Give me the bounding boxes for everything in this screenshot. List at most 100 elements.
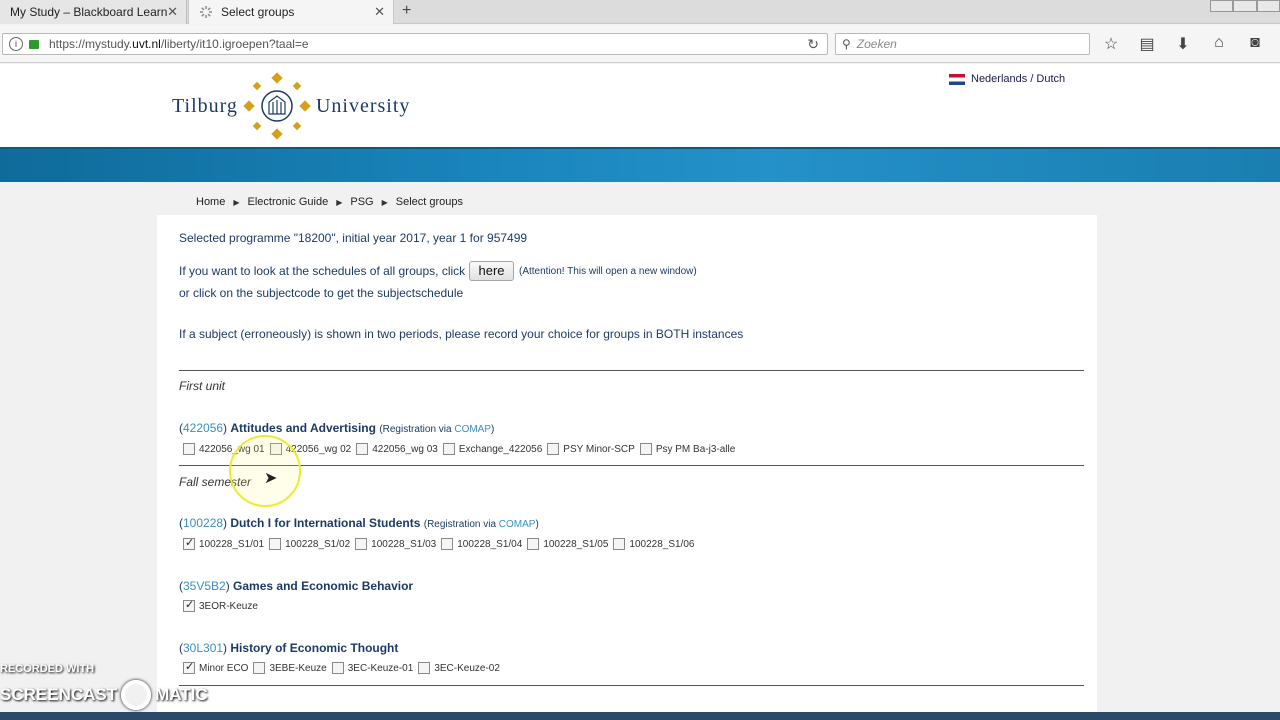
tab-label: My Study – Blackboard Learn [10, 5, 168, 19]
group-option[interactable]: 100228_S1/05 [527, 538, 608, 550]
chevron-right-icon: ▶ [233, 197, 240, 207]
comap-link[interactable]: COMAP [454, 424, 491, 435]
download-icon[interactable]: ⬇ [1172, 34, 1194, 54]
web-page: Tilburg University Nederlands / Dutch Ho… [0, 64, 1280, 720]
subject-code-link[interactable]: 422056 [183, 421, 223, 435]
mouse-pointer-icon: ➤ [264, 470, 278, 487]
tilburg-university-logo[interactable]: Tilburg University [172, 70, 410, 142]
group-checkbox[interactable] [547, 443, 560, 455]
logo-word-right: University [315, 94, 411, 117]
subject-name: Attitudes and Advertising [230, 421, 376, 435]
site-header: Tilburg University Nederlands / Dutch [0, 64, 1280, 147]
maximize-button[interactable] [1233, 0, 1257, 12]
home-icon[interactable]: ⌂ [1208, 34, 1230, 54]
group-option[interactable]: 3EOR-Keuze [183, 598, 258, 612]
subject-code-link[interactable]: 35V5B2 [183, 579, 226, 593]
os-taskbar [0, 712, 1280, 720]
group-checkbox[interactable] [613, 538, 626, 550]
group-checkbox[interactable] [183, 443, 195, 455]
breadcrumb-current: Select groups [395, 196, 464, 208]
group-checkbox[interactable] [355, 538, 368, 550]
new-tab-icon[interactable]: + [402, 2, 411, 20]
group-option[interactable]: 3EC-Keuze-01 [331, 662, 413, 674]
tab-label: Select groups [221, 5, 295, 19]
registration-note: (Registration via COMAP) [379, 424, 495, 435]
group-checkbox[interactable] [183, 598, 195, 612]
divider [179, 370, 1084, 371]
group-checkbox[interactable] [441, 538, 454, 550]
language-label: Nederlands / Dutch [971, 73, 1066, 85]
group-checkbox[interactable] [269, 538, 282, 550]
group-option[interactable]: 3EC-Keuze-02 [418, 662, 500, 674]
subject-100228: (100228) Dutch I for International Stude… [179, 516, 539, 530]
subject-code-link[interactable]: 100228 [183, 516, 223, 530]
address-bar[interactable]: i https://mystudy.uvt.nl/liberty/it10.ig… [2, 33, 828, 55]
tab-blackboard[interactable]: My Study – Blackboard Learn ✕ [0, 0, 187, 24]
selected-programme-text: Selected programme "18200", initial year… [179, 231, 528, 245]
close-tab-icon[interactable]: ✕ [374, 4, 385, 20]
group-checkbox[interactable] [442, 443, 455, 455]
group-checkbox[interactable] [639, 443, 652, 455]
group-option[interactable]: Exchange_422056 [442, 443, 542, 455]
group-option[interactable]: 422056_wg 03 [356, 443, 438, 455]
search-icon: ⚲ [842, 37, 851, 51]
close-window-button[interactable] [1256, 0, 1280, 12]
group-option[interactable]: Psy PM Ba-j3-alle [639, 443, 735, 455]
subject-name: History of Economic Thought [230, 641, 399, 655]
blue-banner [0, 147, 1280, 182]
chevron-right-icon: ▶ [381, 197, 388, 207]
browser-tab-bar: My Study – Blackboard Learn ✕ Select gro… [0, 0, 1280, 24]
group-options: 3EOR-Keuze [183, 598, 263, 612]
window-controls [1210, 0, 1280, 14]
logo-word-left: Tilburg [172, 94, 238, 117]
breadcrumb-psg[interactable]: PSG [350, 196, 373, 208]
loading-icon [199, 5, 213, 19]
subject-35v5b2: (35V5B2) Games and Economic Behavior [179, 579, 414, 593]
browser-nav-bar: i https://mystudy.uvt.nl/liberty/it10.ig… [0, 25, 1280, 63]
group-option[interactable]: 100228_S1/03 [355, 538, 436, 550]
group-checkbox[interactable] [331, 662, 344, 674]
group-option[interactable]: 100228_S1/01 [183, 536, 264, 550]
search-input[interactable]: ⚲ Zoeken [835, 33, 1090, 55]
divider [179, 465, 1084, 466]
group-option[interactable]: 3EBE-Keuze [253, 662, 327, 674]
minimize-button[interactable] [1210, 0, 1234, 12]
breadcrumb-electronic-guide[interactable]: Electronic Guide [248, 196, 329, 208]
tab-select-groups[interactable]: Select groups ✕ [188, 0, 394, 24]
group-options: Minor ECO 3EBE-Keuze 3EC-Keuze-01 3EC-Ke… [183, 660, 505, 674]
group-option[interactable]: 100228_S1/02 [269, 538, 350, 550]
subjectcode-text: or click on the subjectcode to get the s… [179, 286, 464, 300]
subject-name: Games and Economic Behavior [233, 579, 414, 593]
group-checkbox[interactable] [183, 536, 195, 550]
group-option[interactable]: 100228_S1/04 [441, 538, 522, 550]
reading-list-icon[interactable]: ▤ [1136, 34, 1158, 54]
screencast-logo-icon [121, 680, 152, 710]
divider [179, 685, 1084, 686]
reload-icon[interactable]: ↻ [807, 36, 819, 53]
bookmark-star-icon[interactable]: ☆ [1100, 34, 1122, 54]
two-periods-warning: If a subject (erroneously) is shown in t… [179, 327, 744, 341]
registration-note: (Registration via COMAP) [423, 519, 539, 530]
subject-code-link[interactable]: 30L301 [183, 641, 223, 655]
pocket-icon[interactable]: ◙ [1244, 34, 1266, 54]
subject-name: Dutch I for International Students [230, 516, 421, 530]
subject-30l301: (30L301) History of Economic Thought [179, 641, 399, 655]
close-tab-icon[interactable]: ✕ [167, 4, 178, 20]
group-checkbox[interactable] [527, 538, 540, 550]
breadcrumb-home[interactable]: Home [196, 196, 225, 208]
search-placeholder: Zoeken [856, 37, 897, 51]
comap-link[interactable]: COMAP [499, 519, 536, 530]
chevron-right-icon: ▶ [336, 197, 343, 207]
language-switch-link[interactable]: Nederlands / Dutch [949, 73, 1065, 85]
group-checkbox[interactable] [418, 662, 431, 674]
schedules-text: If you want to look at the schedules of … [179, 264, 466, 278]
group-checkbox[interactable] [356, 443, 369, 455]
university-emblem-icon [243, 72, 311, 140]
watermark-line1: RECORDED WITH [0, 663, 95, 675]
group-option[interactable]: PSY Minor-SCP [547, 443, 635, 455]
group-checkbox[interactable] [253, 662, 266, 674]
dutch-flag-icon [949, 73, 965, 85]
here-button[interactable]: here [469, 261, 514, 281]
info-icon[interactable]: i [9, 37, 23, 51]
group-option[interactable]: 100228_S1/06 [613, 538, 694, 550]
